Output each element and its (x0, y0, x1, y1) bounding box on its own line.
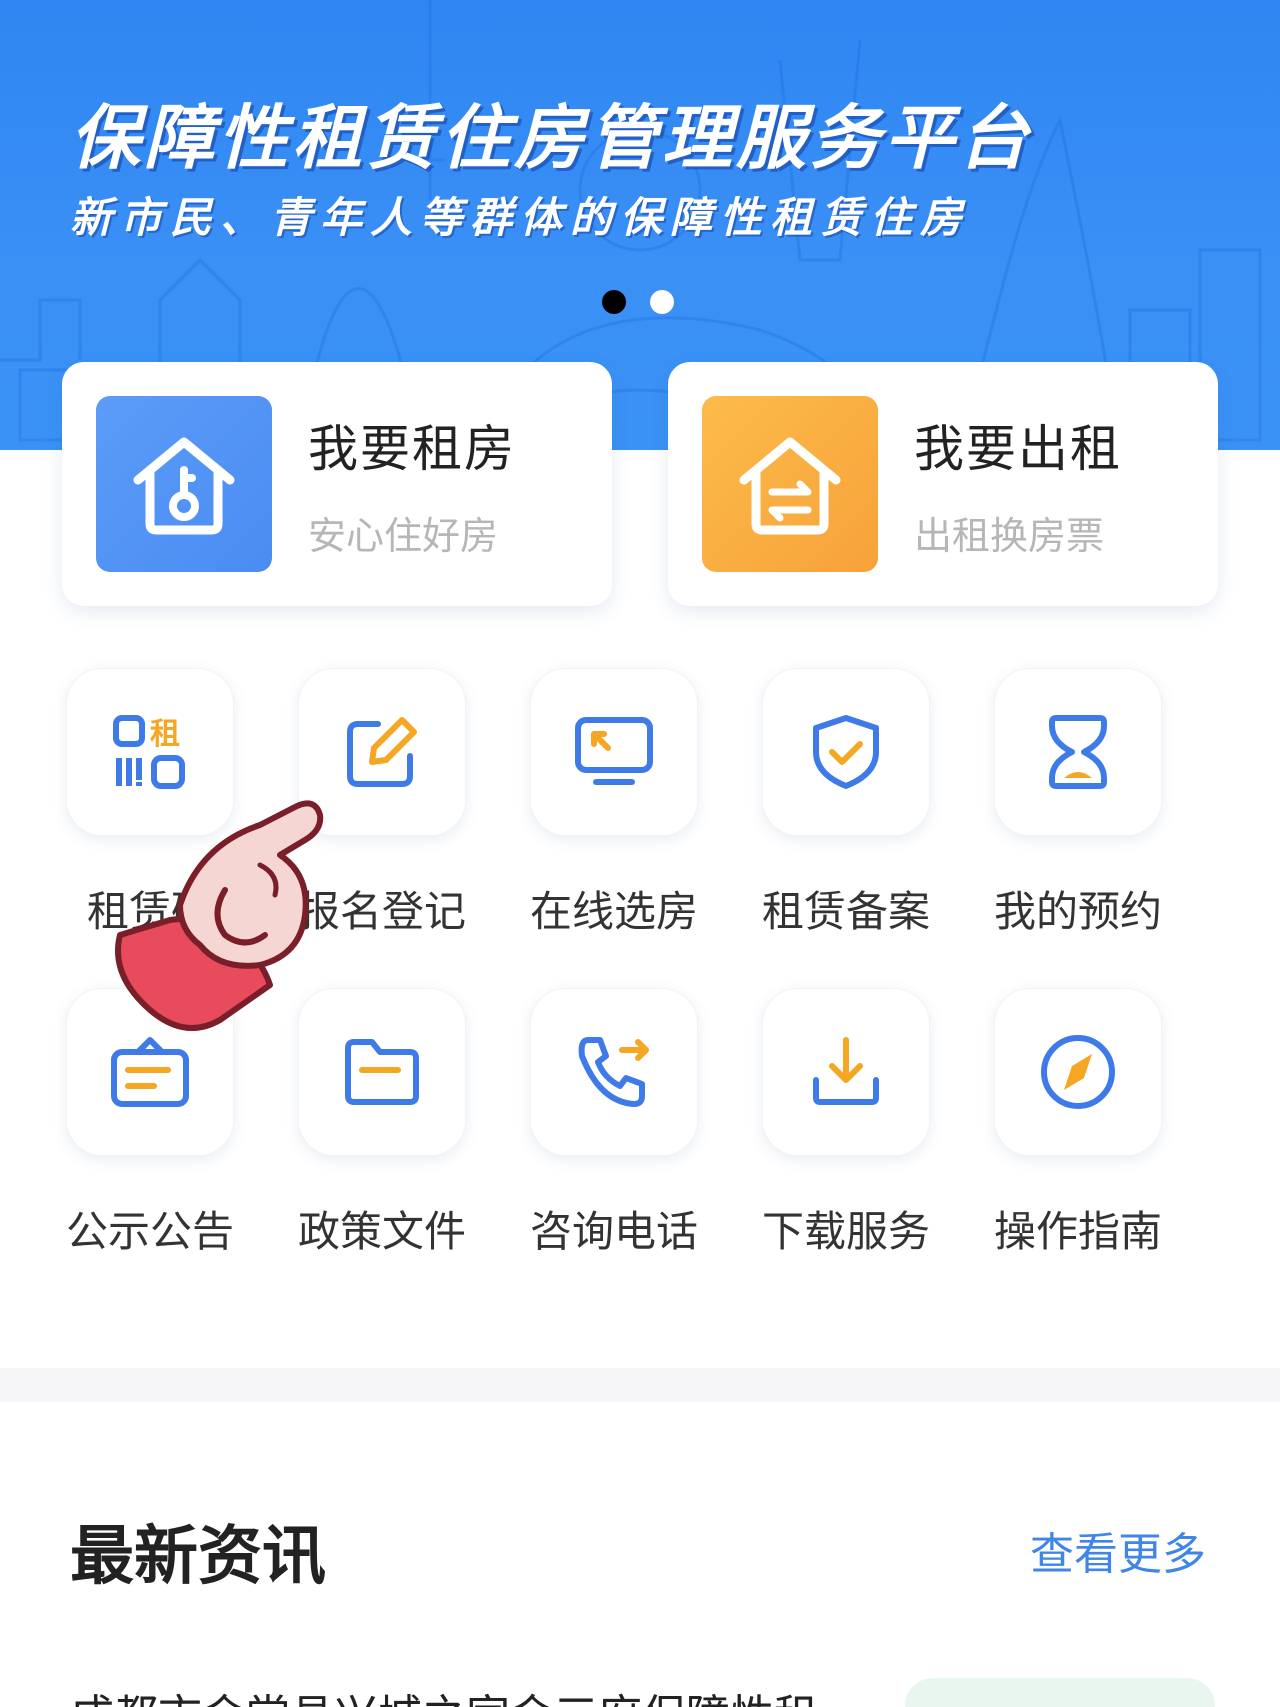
banner-title: 保障性租赁住房管理服务平台 (70, 97, 1032, 179)
grid-label: 租赁备案 (761, 887, 930, 936)
grid-label: 操作指南 (993, 1207, 1162, 1256)
hourglass-icon[interactable] (994, 668, 1162, 836)
section-divider (0, 1368, 1280, 1402)
monitor-select-icon[interactable] (530, 668, 698, 836)
pointing-hand-icon (115, 800, 324, 1031)
grid-item-rental-filing[interactable]: 租赁备案 (756, 668, 936, 939)
news-list-item[interactable]: 成都市金堂县兴城之家金三府保障性租 (70, 1680, 860, 1707)
banner-subtitle: 新市民、青年人等群体的保障性租赁住房 (70, 193, 971, 242)
compass-icon[interactable] (994, 988, 1162, 1156)
view-more-link[interactable]: 查看更多 (1030, 1518, 1206, 1582)
phone-call-icon[interactable] (530, 988, 698, 1156)
grid-item-downloads[interactable]: 下载服务 (756, 988, 936, 1259)
grid-item-hotline[interactable]: 咨询电话 (524, 988, 704, 1259)
grid-label: 我的预约 (993, 887, 1162, 936)
rent-house-title: 我要租房 (308, 419, 516, 478)
grid-label: 公示公告 (65, 1207, 234, 1256)
lease-house-subtitle: 出租换房票 (914, 513, 1105, 558)
house-key-icon (96, 396, 272, 572)
lease-house-card[interactable]: 我要出租 出租换房票 (668, 362, 1218, 606)
carousel-indicator[interactable] (602, 290, 674, 314)
carousel-dot[interactable] (650, 290, 674, 314)
svg-text:租: 租 (150, 717, 180, 752)
grid-item-online-select[interactable]: 在线选房 (524, 668, 704, 939)
download-icon[interactable] (762, 988, 930, 1156)
house-exchange-icon (702, 396, 878, 572)
grid-label: 在线选房 (529, 887, 698, 936)
grid-label: 下载服务 (761, 1207, 930, 1256)
rent-house-card[interactable]: 我要租房 安心住好房 (62, 362, 612, 606)
news-thumbnail[interactable] (905, 1678, 1215, 1707)
lease-house-title: 我要出租 (914, 419, 1122, 478)
news-section-title: 最新资讯 (70, 1520, 326, 1594)
carousel-dot-active[interactable] (602, 290, 626, 314)
grid-label: 咨询电话 (529, 1207, 698, 1256)
shield-check-icon[interactable] (762, 668, 930, 836)
grid-item-guide[interactable]: 操作指南 (988, 988, 1168, 1259)
grid-label: 政策文件 (297, 1207, 466, 1256)
news-item-title: 成都市金堂县兴城之家金三府保障性租 (70, 1680, 860, 1707)
rent-house-subtitle: 安心住好房 (308, 513, 499, 558)
grid-item-my-appointment[interactable]: 我的预约 (988, 668, 1168, 939)
